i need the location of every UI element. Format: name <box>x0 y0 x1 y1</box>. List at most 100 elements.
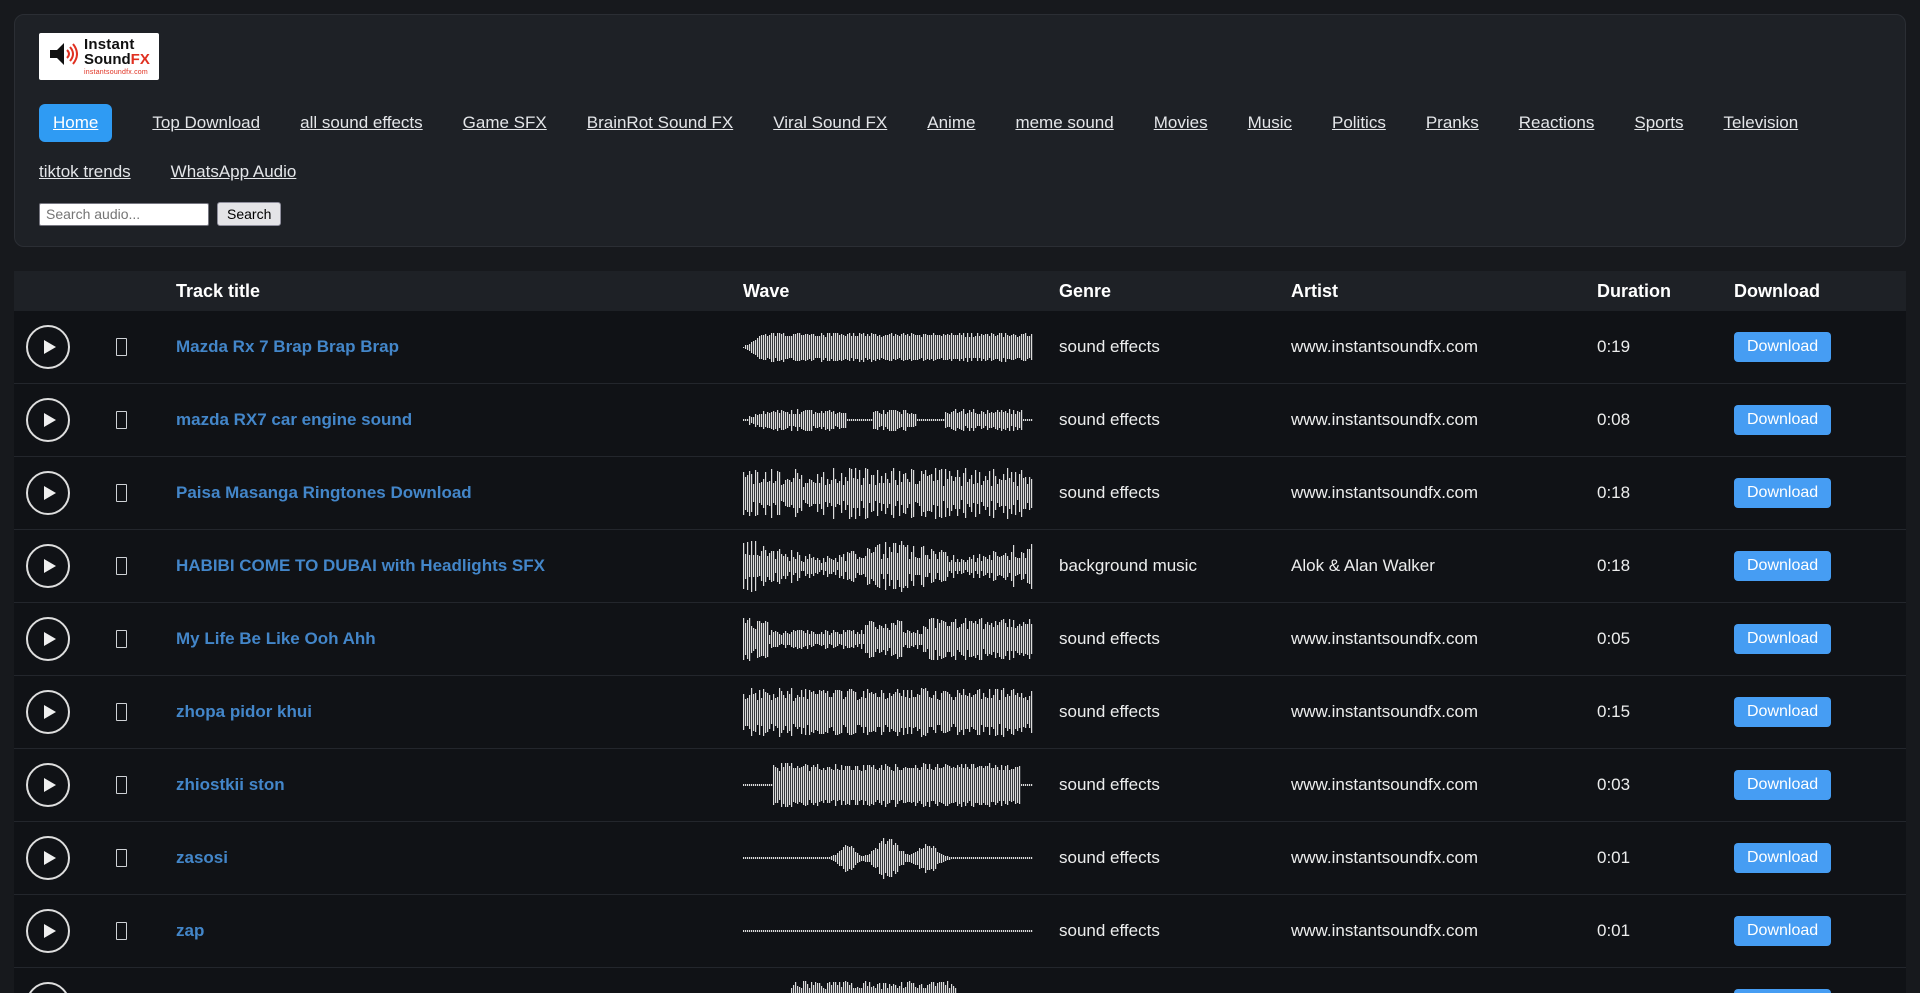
search-form: Search <box>39 202 1881 226</box>
download-button[interactable]: Download <box>1734 989 1831 993</box>
track-row: zhiostkii ston sound effects www.instant… <box>14 749 1906 822</box>
nav-link-brainrot-sound-fx[interactable]: BrainRot Sound FX <box>587 113 733 133</box>
nav-link-whatsapp-audio[interactable]: WhatsApp Audio <box>171 162 297 182</box>
track-row: zhopa pidor khui sound effects www.insta… <box>14 676 1906 749</box>
play-icon <box>43 485 57 501</box>
track-artist: www.instantsoundfx.com <box>1291 775 1597 795</box>
play-icon <box>43 412 57 428</box>
col-download: Download <box>1734 281 1906 302</box>
waveform <box>743 321 1059 373</box>
play-button[interactable] <box>26 325 70 369</box>
download-button[interactable]: Download <box>1734 624 1831 654</box>
missing-glyph-icon <box>116 338 127 356</box>
waveform <box>743 686 1059 738</box>
track-row: Paisa Masanga Ringtones Download sound e… <box>14 457 1906 530</box>
nav-link-anime[interactable]: Anime <box>927 113 975 133</box>
track-duration: 0:08 <box>1597 410 1734 430</box>
nav-link-meme-sound[interactable]: meme sound <box>1015 113 1113 133</box>
nav-link-tiktok-trends[interactable]: tiktok trends <box>39 162 131 182</box>
col-duration: Duration <box>1597 281 1734 302</box>
nav-link-television[interactable]: Television <box>1724 113 1799 133</box>
nav-link-reactions[interactable]: Reactions <box>1519 113 1595 133</box>
nav-link-music[interactable]: Music <box>1248 113 1292 133</box>
download-button[interactable]: Download <box>1734 770 1831 800</box>
play-icon <box>43 558 57 574</box>
play-button[interactable] <box>26 471 70 515</box>
missing-glyph-icon <box>116 922 127 940</box>
download-button[interactable]: Download <box>1734 551 1831 581</box>
play-button[interactable] <box>26 763 70 807</box>
nav-link-pranks[interactable]: Pranks <box>1426 113 1479 133</box>
track-title-link[interactable]: zhiostkii ston <box>176 775 285 794</box>
track-title-link[interactable]: HABIBI COME TO DUBAI with Headlights SFX <box>176 556 545 575</box>
play-button[interactable] <box>26 836 70 880</box>
missing-glyph-icon <box>116 484 127 502</box>
play-button[interactable] <box>26 690 70 734</box>
track-title-link[interactable]: Mazda Rx 7 Brap Brap Brap <box>176 337 399 356</box>
waveform <box>743 759 1059 811</box>
play-icon <box>43 923 57 939</box>
play-icon <box>43 631 57 647</box>
download-button[interactable]: Download <box>1734 843 1831 873</box>
track-artist: www.instantsoundfx.com <box>1291 702 1597 722</box>
play-button[interactable] <box>26 544 70 588</box>
track-title-link[interactable]: zap <box>176 921 204 940</box>
col-wave: Wave <box>743 281 1059 302</box>
table-body: Mazda Rx 7 Brap Brap Brap sound effects … <box>14 311 1906 993</box>
track-genre: sound effects <box>1059 775 1291 795</box>
nav-link-movies[interactable]: Movies <box>1154 113 1208 133</box>
track-genre: sound effects <box>1059 410 1291 430</box>
play-button[interactable] <box>26 982 70 993</box>
nav-link-sports[interactable]: Sports <box>1634 113 1683 133</box>
download-button[interactable]: Download <box>1734 405 1831 435</box>
track-title-link[interactable]: Paisa Masanga Ringtones Download <box>176 483 472 502</box>
search-button[interactable]: Search <box>217 202 281 226</box>
track-artist: www.instantsoundfx.com <box>1291 483 1597 503</box>
speaker-icon <box>48 39 78 74</box>
track-artist: www.instantsoundfx.com <box>1291 848 1597 868</box>
nav-link-top-download[interactable]: Top Download <box>152 113 260 133</box>
col-genre: Genre <box>1059 281 1291 302</box>
track-genre: sound effects <box>1059 848 1291 868</box>
track-duration: 0:18 <box>1597 556 1734 576</box>
track-genre: background music <box>1059 556 1291 576</box>
logo-text: Instant SoundFX instantsoundfx.com <box>84 37 150 76</box>
track-title-link[interactable]: zasosi <box>176 848 228 867</box>
track-duration: 0:18 <box>1597 483 1734 503</box>
download-button[interactable]: Download <box>1734 697 1831 727</box>
play-button[interactable] <box>26 617 70 661</box>
play-icon <box>43 850 57 866</box>
download-button[interactable]: Download <box>1734 478 1831 508</box>
track-title-link[interactable]: zhopa pidor khui <box>176 702 312 721</box>
search-input[interactable] <box>39 203 209 226</box>
track-title-link[interactable]: mazda RX7 car engine sound <box>176 410 412 429</box>
track-duration: 0:03 <box>1597 775 1734 795</box>
missing-glyph-icon <box>116 411 127 429</box>
missing-glyph-icon <box>116 557 127 575</box>
nav-link-viral-sound-fx[interactable]: Viral Sound FX <box>773 113 887 133</box>
tracks-table: Track title Wave Genre Artist Duration D… <box>14 271 1906 993</box>
download-button[interactable]: Download <box>1734 332 1831 362</box>
logo-url: instantsoundfx.com <box>84 69 150 76</box>
nav-link-home[interactable]: Home <box>39 104 112 142</box>
table-header-row: Track title Wave Genre Artist Duration D… <box>14 271 1906 311</box>
site-logo[interactable]: Instant SoundFX instantsoundfx.com <box>39 33 159 80</box>
play-button[interactable] <box>26 909 70 953</box>
track-duration: 0:01 <box>1597 921 1734 941</box>
play-button[interactable] <box>26 398 70 442</box>
nav-link-politics[interactable]: Politics <box>1332 113 1386 133</box>
nav-link-game-sfx[interactable]: Game SFX <box>463 113 547 133</box>
nav-link-all-sound-effects[interactable]: all sound effects <box>300 113 423 133</box>
missing-glyph-icon <box>116 849 127 867</box>
missing-glyph-icon <box>116 630 127 648</box>
waveform <box>743 613 1059 665</box>
download-button[interactable]: Download <box>1734 916 1831 946</box>
waveform <box>743 832 1059 884</box>
track-artist: www.instantsoundfx.com <box>1291 629 1597 649</box>
play-icon <box>43 704 57 720</box>
waveform <box>743 978 1059 993</box>
waveform <box>743 540 1059 592</box>
missing-glyph-icon <box>116 703 127 721</box>
track-title-link[interactable]: My Life Be Like Ooh Ahh <box>176 629 376 648</box>
track-row: zasosi sound effects www.instantsoundfx.… <box>14 822 1906 895</box>
